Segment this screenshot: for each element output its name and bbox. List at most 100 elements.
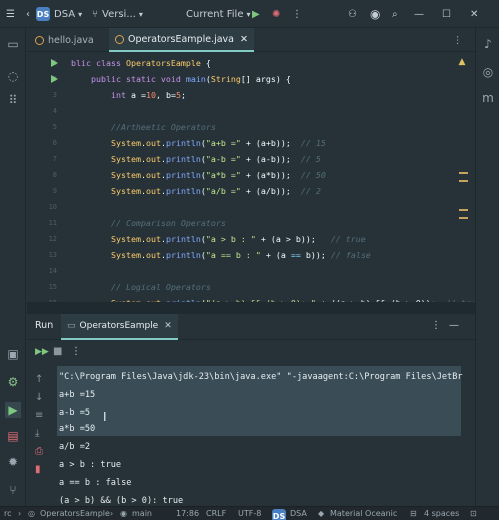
tab-label: hello.java — [48, 34, 94, 46]
scroll-to-end-icon[interactable]: ⤓ — [35, 428, 39, 439]
gear-icon[interactable]: ⚙ — [5, 374, 21, 390]
database-icon[interactable]: ◎ — [480, 64, 496, 80]
stop-icon[interactable]: ■ — [53, 346, 62, 357]
rerun-icon[interactable]: ▶▶ — [35, 347, 49, 357]
soft-wrap-icon[interactable]: ≡ — [35, 410, 43, 421]
debug-icon[interactable]: ✺ — [272, 0, 280, 28]
tabs-menu-icon[interactable]: ⋮ — [447, 28, 469, 52]
code-line: System.out.println("a-b =" + (a-b)); // … — [110, 154, 321, 164]
console-output[interactable]: ↑ ↓ ≡ ⤓ ⎙ ▮ "C:\Program Files\Java\jdk-2… — [27, 366, 475, 506]
terminal-icon[interactable]: ▤ — [5, 428, 21, 444]
line-number: 5 — [52, 123, 57, 131]
project-badge: DS — [36, 7, 50, 21]
breadcrumb-method[interactable]: main — [132, 509, 152, 518]
line-number: 15 — [48, 283, 57, 291]
line-number: 8 — [52, 171, 57, 179]
tab-label: OperatorsEample.java — [128, 33, 234, 45]
run-panel-header: Run ▭ OperatorsEample ✕ ⋮ — — [27, 314, 475, 340]
more-icon[interactable]: ⋮ — [431, 320, 441, 331]
more-icon[interactable]: ⋮ — [71, 346, 81, 357]
search-icon[interactable]: ⌕ — [392, 0, 398, 28]
maximize-icon[interactable]: ☐ — [442, 0, 451, 28]
structure-icon[interactable]: ⠿ — [5, 92, 21, 108]
run-config-selector[interactable]: Current File ▾ — [186, 0, 251, 28]
problems-icon[interactable]: ✹ — [5, 454, 21, 470]
scroll-marker — [459, 180, 468, 182]
warning-icon[interactable]: ▲ — [455, 56, 469, 68]
code-line: System.out.println("a == b : " + (a == b… — [110, 250, 371, 260]
scroll-up-icon[interactable]: ↑ — [35, 374, 43, 385]
chevron-down-icon: ▾ — [138, 9, 143, 19]
breadcrumb-root[interactable]: rc — [4, 509, 12, 518]
line-number: 13 — [48, 251, 57, 259]
project-selector[interactable]: DS DSA ▾ — [36, 0, 82, 28]
editor-tabs: hello.java OperatorsEample.java ✕ ⋮ — [27, 28, 475, 52]
console-line: a == b : false — [59, 478, 132, 488]
run-panel-title: Run — [35, 320, 54, 331]
code-line: //Artheetic Operators — [71, 122, 216, 132]
code-editor[interactable]: 1 2 3 4 5 6 7 8 9 10 11 12 13 14 15 16 b… — [27, 52, 475, 302]
vcs-selector[interactable]: ⑂ Versi... ▾ — [92, 0, 143, 28]
minimize-panel-icon[interactable]: — — [449, 320, 459, 331]
print-icon[interactable]: ⎙ — [35, 446, 43, 457]
more-icon[interactable]: ⋮ — [292, 0, 302, 28]
indent-setting[interactable]: 4 spaces — [424, 509, 459, 518]
project-view-icon[interactable]: ▭ — [5, 36, 21, 52]
project-name: DSA — [54, 8, 76, 20]
breadcrumb-separator-icon: › — [110, 509, 114, 518]
class-icon: ◎ — [28, 509, 35, 518]
scroll-down-icon[interactable]: ↓ — [35, 392, 43, 403]
run-tool-icon[interactable]: ▶ — [5, 402, 21, 418]
file-encoding[interactable]: UTF-8 — [238, 509, 261, 518]
settings-icon[interactable]: ◉ — [370, 0, 380, 28]
add-user-icon[interactable]: ⚇ — [348, 0, 357, 28]
notifications-icon[interactable]: ♪ — [480, 36, 496, 52]
minimize-icon[interactable]: — — [414, 0, 424, 28]
console-command: "C:\Program Files\Java\jdk-23\bin\java.e… — [59, 372, 463, 382]
chevron-down-icon: ▾ — [246, 9, 251, 19]
vcs-label: Versi... — [102, 8, 136, 20]
code-line: System.out.println("a/b =" + (a/b)); // … — [110, 186, 321, 196]
breadcrumb-class[interactable]: OperatorsEample — [40, 509, 110, 518]
branch-icon: ⑂ — [92, 8, 98, 20]
line-number: 4 — [52, 107, 57, 115]
close-tab-icon[interactable]: ✕ — [240, 34, 248, 45]
console-line: a+b =15 — [59, 390, 96, 400]
code-line: System.out.println("a > b : " + (a > b))… — [110, 234, 366, 244]
line-separator[interactable]: CRLF — [206, 509, 226, 518]
gradle-icon[interactable]: m — [480, 90, 496, 106]
run-config-label: Current File — [186, 8, 244, 20]
project-name[interactable]: DSA — [290, 509, 307, 518]
services-icon[interactable]: ▣ — [5, 346, 21, 362]
tab-run-configuration[interactable]: ▭ OperatorsEample ✕ — [61, 314, 178, 340]
run-toolbar: ▶▶ ■ ⋮ — [27, 340, 475, 366]
method-icon: ◉ — [120, 509, 127, 518]
code-line: public static void main(String[] args) { — [90, 74, 291, 84]
left-toolbar: ▭ ◌ ⠿ ▣ ⚙ ▶ ▤ ✹ ⑂ — [0, 28, 26, 508]
delete-icon[interactable]: ▮ — [35, 464, 41, 475]
panel-divider[interactable] — [27, 302, 475, 314]
run-main-icon[interactable] — [51, 75, 58, 83]
main-menu-icon[interactable]: ☰ — [6, 0, 15, 28]
theme-name[interactable]: Material Oceanic — [330, 509, 397, 518]
line-number: 6 — [52, 139, 57, 147]
back-icon[interactable]: ‹ — [26, 0, 30, 28]
code-line: // Comparison Operators — [71, 218, 226, 228]
run-class-icon[interactable] — [51, 59, 58, 67]
tab-hello-java[interactable]: hello.java — [29, 28, 100, 52]
line-number: 12 — [48, 235, 57, 243]
gutter: 1 2 3 4 5 6 7 8 9 10 11 12 13 14 15 16 — [27, 52, 69, 302]
close-icon[interactable]: ✕ — [470, 0, 478, 28]
tab-operators-eample-java[interactable]: OperatorsEample.java ✕ — [109, 28, 254, 52]
line-number: 14 — [48, 267, 57, 275]
git-icon[interactable]: ⑂ — [5, 482, 21, 498]
commit-icon[interactable]: ◌ — [5, 68, 21, 84]
close-tab-icon[interactable]: ✕ — [164, 321, 172, 331]
line-number: 3 — [52, 91, 57, 99]
console-line: a-b =5 — [59, 408, 91, 418]
lock-icon[interactable]: ⊡ — [470, 509, 477, 518]
run-icon[interactable]: ▶ — [252, 0, 260, 28]
project-badge: DS — [272, 509, 286, 520]
breadcrumb-separator-icon: › — [18, 509, 22, 518]
caret-position[interactable]: 17:86 — [176, 509, 199, 518]
